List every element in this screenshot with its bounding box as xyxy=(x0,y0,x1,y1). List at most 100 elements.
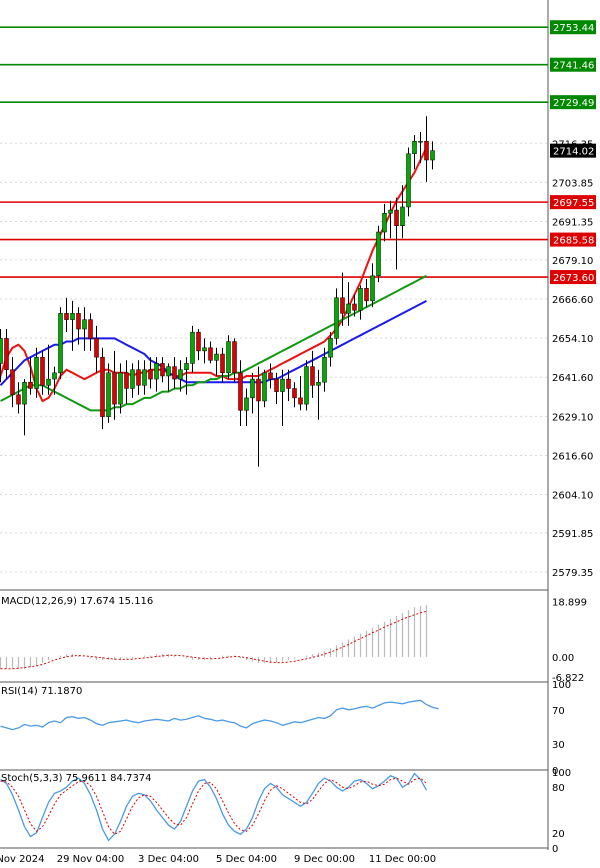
candle-bull xyxy=(358,288,363,311)
candle-bear xyxy=(424,141,429,161)
candle-bull xyxy=(184,363,189,370)
candle-bull xyxy=(250,378,255,399)
candle-bull xyxy=(106,372,111,417)
y-tick-label: 2641.60 xyxy=(552,373,593,384)
y-tick-label: 2604.10 xyxy=(552,491,593,502)
candle-bear xyxy=(394,209,399,226)
candle-bull xyxy=(322,356,327,383)
y-tick-label: 2679.10 xyxy=(552,256,593,267)
candle-bear xyxy=(292,388,297,399)
candle-bear xyxy=(28,381,33,389)
candle-bull xyxy=(418,141,423,143)
price-levels: 2753.44 2741.46 2729.49 2697.55 2685.58 2673.… xyxy=(0,20,596,285)
y-tick-label: 2691.35 xyxy=(552,218,593,229)
rsi-line xyxy=(0,699,439,731)
candle-bear xyxy=(88,319,93,339)
support-label: 2685.58 xyxy=(553,236,594,247)
macd-signal-line xyxy=(0,610,427,670)
macd-title: MACD(12,26,9) 17.674 15.116 xyxy=(1,596,153,607)
candle-bear xyxy=(352,303,357,311)
candle-bear xyxy=(340,297,345,314)
candle-bear xyxy=(274,378,279,392)
macd-y-tick-label: 18.899 xyxy=(552,598,587,609)
resistance-label: 2753.44 xyxy=(553,23,594,34)
candle-bull xyxy=(262,372,267,402)
x-tick-label: 29 Nov 04:00 xyxy=(57,854,124,865)
last-price-label: 2714.02 xyxy=(553,147,594,158)
candle-bear xyxy=(172,366,177,380)
time-axis: 27 Nov 2024 29 Nov 04:00 3 Dec 04:00 5 Dec … xyxy=(0,854,436,865)
candle-bull xyxy=(130,369,135,389)
candle-bear xyxy=(136,369,141,386)
y-tick-label: 2703.85 xyxy=(552,178,593,189)
candle-bear xyxy=(232,341,237,374)
candle-bull xyxy=(22,381,27,405)
rsi-y-tick-label: 70 xyxy=(552,706,565,717)
candle-bull xyxy=(190,331,195,364)
candle-bull xyxy=(304,366,309,405)
candle-bear xyxy=(160,363,165,377)
stoch-y-tick-label: 100 xyxy=(552,768,571,779)
candle-bear xyxy=(16,394,21,405)
y-tick-label: 2629.10 xyxy=(552,412,593,423)
candle-bull xyxy=(280,378,285,392)
x-tick-label: 11 Dec 00:00 xyxy=(369,854,436,865)
candle-bear xyxy=(40,356,45,386)
candle-bear xyxy=(220,353,225,374)
candle-bull xyxy=(346,303,351,314)
candle-bull xyxy=(118,372,123,405)
candle-bull xyxy=(202,347,207,352)
rsi-title: RSI(14) 71.1870 xyxy=(1,686,82,697)
candle-bull xyxy=(400,206,405,226)
macd-panel: 18.8990.00-6.822 xyxy=(0,598,587,684)
ma-red-line xyxy=(0,147,428,403)
x-tick-label: 3 Dec 04:00 xyxy=(138,854,199,865)
y-tick-label: 2579.35 xyxy=(552,568,593,579)
candle-bull xyxy=(328,338,333,358)
candle-bear xyxy=(94,338,99,358)
candle-bull xyxy=(46,378,51,386)
candle-bull xyxy=(406,153,411,208)
candle-bear xyxy=(196,331,201,352)
stoch-y-tick-label: 80 xyxy=(552,783,565,794)
support-label: 2697.55 xyxy=(553,198,594,209)
candle-bear xyxy=(208,347,213,361)
resistance-label: 2741.46 xyxy=(553,61,594,72)
candle-bull xyxy=(430,150,435,161)
candle-bull xyxy=(52,372,57,380)
candle-bull xyxy=(316,381,321,386)
candlesticks xyxy=(0,116,435,467)
candle-bull xyxy=(226,341,231,374)
candle-bear xyxy=(76,313,81,330)
candle-bear xyxy=(10,369,15,395)
candle-bull xyxy=(214,353,219,361)
candle-bear xyxy=(364,288,369,302)
x-tick-label: 9 Dec 00:00 xyxy=(294,854,355,865)
macd-y-tick-label: 0.00 xyxy=(552,653,574,664)
candle-bear xyxy=(124,372,129,389)
candle-bear xyxy=(148,369,153,380)
candle-bull xyxy=(142,369,147,386)
candle-bull xyxy=(34,356,39,389)
candle-bear xyxy=(286,378,291,389)
y-tick-label: 2654.10 xyxy=(552,334,593,345)
candle-bear xyxy=(298,397,303,405)
candle-bull xyxy=(412,141,417,155)
candle-bull xyxy=(70,313,75,320)
moving-averages xyxy=(0,147,428,412)
candle-bear xyxy=(238,372,243,411)
trading-chart[interactable]: 2753.44 2741.46 2729.49 2697.55 2685.58 2673.… xyxy=(0,0,600,868)
x-tick-label: 27 Nov 2024 xyxy=(0,854,45,865)
support-label: 2673.60 xyxy=(553,273,594,284)
x-tick-label: 5 Dec 04:00 xyxy=(216,854,277,865)
candle-bull xyxy=(376,231,381,277)
candle-bear xyxy=(100,356,105,417)
candle-bull xyxy=(388,209,393,214)
candle-bull xyxy=(154,363,159,380)
candle-bull xyxy=(382,212,387,233)
stoch-title: Stoch(5,3,3) 75.9611 84.7374 xyxy=(1,773,152,784)
rsi-panel: 10070300 xyxy=(0,680,571,777)
stoch-y-tick-label: 20 xyxy=(552,829,565,840)
candle-bear xyxy=(268,372,273,380)
rsi-y-tick-label: 100 xyxy=(552,680,571,691)
